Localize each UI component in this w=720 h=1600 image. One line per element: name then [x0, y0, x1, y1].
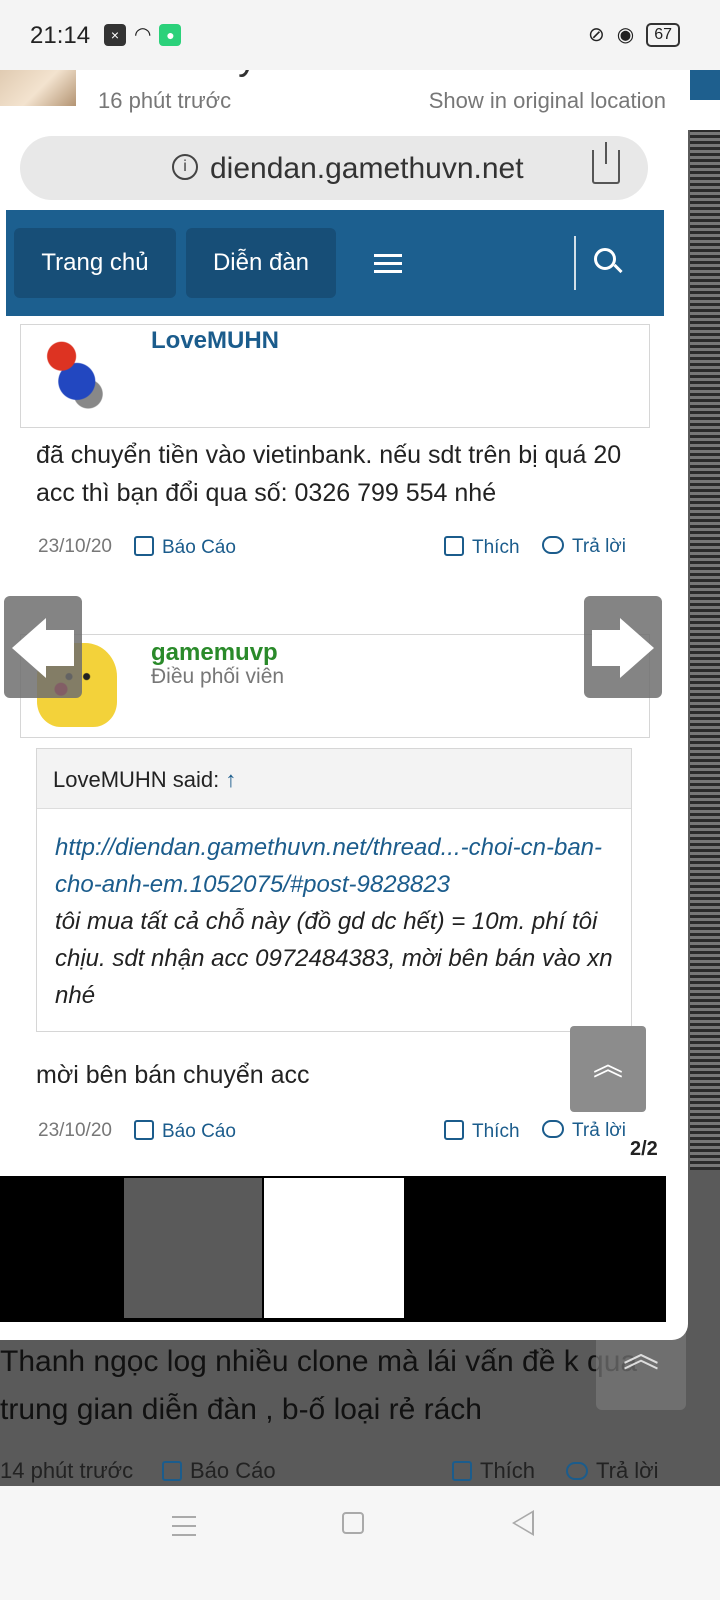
quote-arrow-icon: ↑ — [225, 767, 237, 792]
post1-text: đã chuyển tiền vào vietinbank. nếu sdt t… — [36, 441, 622, 507]
reply-icon — [566, 1462, 588, 1480]
recent-apps-button[interactable] — [172, 1516, 196, 1536]
like-icon — [452, 1461, 472, 1481]
arrow-right-icon — [620, 618, 654, 678]
post2-date: 23/10/20 — [38, 1120, 112, 1141]
quote-header: LoveMUHN said: ↑ — [37, 749, 631, 809]
nav-separator — [574, 236, 576, 290]
reply-icon — [542, 536, 564, 554]
url-text: diendan.gamethuvn.net — [210, 152, 524, 185]
forum-navbar: Trang chủ Diễn đàn — [6, 210, 664, 316]
thumbnail-1[interactable] — [124, 1178, 262, 1318]
reply-icon — [542, 1120, 564, 1138]
arrow-left-icon — [12, 618, 46, 678]
feed-time-ago: 16 phút trước — [98, 88, 232, 113]
post1-username: LoveMUHN — [151, 327, 280, 354]
scroll-up-icon: ︽ — [570, 1026, 646, 1112]
image-viewer[interactable]: i diendan.gamethuvn.net Trang chủ Diễn đ… — [0, 128, 688, 1340]
home-button[interactable] — [342, 1512, 364, 1534]
post1-date: 23/10/20 — [38, 536, 112, 557]
search-icon — [594, 248, 616, 270]
report-icon — [134, 1120, 154, 1140]
nav-home: Trang chủ — [14, 228, 176, 298]
background-comment-text: Thanh ngọc log nhiều clone mà lái vấn đề… — [0, 1345, 638, 1426]
post2-username: gamemuvp — [151, 639, 278, 666]
status-bar: 21:14 × ◠ ● ⊘ ◉ 67 — [0, 0, 720, 70]
post1-user-box: LoveMUHN — [20, 324, 650, 428]
nav-forum: Diễn đàn — [186, 228, 336, 298]
status-time: 21:14 — [30, 22, 91, 49]
system-navigation-bar — [0, 1486, 720, 1600]
post1-reply: Trả lời — [542, 536, 626, 558]
quote-text: tôi mua tất cả chỗ này (đồ gd dc hết) = … — [55, 908, 613, 1009]
report-icon — [134, 536, 154, 556]
quote-body: http://diendan.gamethuvn.net/thread...-c… — [55, 829, 621, 1014]
notification-icon: × — [104, 23, 126, 46]
report-icon — [162, 1461, 182, 1481]
back-button[interactable] — [512, 1510, 534, 1536]
wifi-icon: ◠ — [134, 24, 152, 46]
info-icon: i — [172, 154, 198, 180]
post2-like: Thích — [444, 1120, 520, 1143]
post2-user-box: gamemuvp Điều phối viên — [20, 634, 650, 738]
show-original-link[interactable]: Show in original location — [429, 88, 666, 114]
share-icon — [592, 142, 620, 184]
post2-text: mời bên bán chuyển acc — [36, 1061, 310, 1089]
background-reply-button[interactable]: Trả lời — [566, 1458, 659, 1484]
previous-image-button[interactable] — [4, 596, 82, 698]
image-counter: 2/2 — [630, 1138, 658, 1160]
alarm-icon: ◉ — [616, 24, 635, 46]
quote-block: LoveMUHN said: ↑ http://diendan.gamethuv… — [36, 748, 632, 1032]
background-report-button[interactable]: Báo Cáo — [162, 1458, 276, 1484]
background-stripe — [690, 130, 720, 1170]
post2-report: Báo Cáo — [134, 1120, 236, 1143]
post2-role: Điều phối viên — [151, 665, 285, 688]
thumbnail-2-selected[interactable] — [264, 1178, 404, 1318]
vibrate-icon: ⊘ — [587, 24, 605, 46]
like-icon — [444, 1120, 464, 1140]
mario-avatar — [35, 331, 111, 415]
quote-author: LoveMUHN said: ↑ — [53, 767, 237, 792]
like-icon — [444, 536, 464, 556]
post1-report: Báo Cáo — [134, 536, 236, 559]
next-image-button[interactable] — [584, 596, 662, 698]
post2-reply: Trả lời — [542, 1120, 626, 1142]
post1-like: Thích — [444, 536, 520, 559]
hamburger-menu-icon — [374, 254, 402, 274]
background-like-button[interactable]: Thích — [452, 1458, 535, 1484]
background-time-ago: 14 phút trước — [0, 1458, 134, 1483]
screenshot-image: i diendan.gamethuvn.net Trang chủ Diễn đ… — [6, 128, 664, 1168]
thumbnail-strip — [0, 1176, 666, 1322]
battery-icon: 67 — [646, 22, 680, 47]
quote-link: http://diendan.gamethuvn.net/thread...-c… — [55, 834, 603, 898]
app-icon: ● — [159, 23, 182, 46]
url-bar: i diendan.gamethuvn.net — [20, 136, 648, 200]
